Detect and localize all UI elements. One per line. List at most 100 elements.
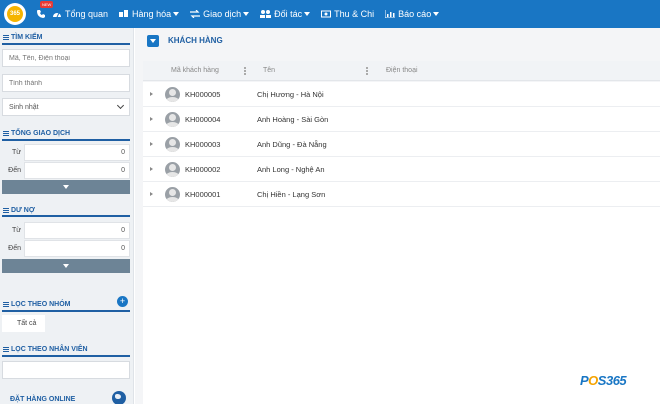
debt-to-row: Đến 0	[2, 240, 130, 257]
filter-icon	[63, 264, 69, 268]
chevron-down-icon	[433, 12, 440, 16]
pos365-logo: POS365	[580, 373, 627, 388]
phone-icon[interactable]: NEW	[34, 1, 54, 21]
customer-name: Chị Hương - Hà Nội	[257, 90, 324, 99]
nav-label: Báo cáo	[398, 9, 432, 19]
customer-name: Anh Dũng - Đà Nẵng	[257, 140, 327, 149]
avatar	[165, 187, 180, 202]
nav-hang-hoa[interactable]: Hàng hóa	[119, 9, 180, 19]
brand-text-o: O	[588, 373, 598, 388]
from-label: Từ	[12, 149, 21, 156]
transactions-filter-button[interactable]	[2, 180, 130, 194]
section-title-text: TÌM KIẾM	[11, 34, 43, 41]
nav-doi-tac[interactable]: Đối tác	[260, 9, 311, 19]
nav-thu-chi[interactable]: Thu & Chi	[321, 9, 374, 19]
table-row[interactable]: KH000001 Chị Hiền - Lạng Sơn	[143, 182, 660, 207]
expand-row-icon[interactable]	[150, 167, 153, 171]
staff-select[interactable]	[2, 361, 130, 379]
customer-code: KH000002	[185, 165, 221, 174]
customer-code: KH000005	[185, 90, 221, 99]
filter-icon	[150, 38, 156, 43]
to-label: Đến	[8, 245, 21, 252]
nav-label: Giao dịch	[203, 9, 242, 19]
app-logo[interactable]: 365	[4, 3, 26, 25]
avatar	[165, 137, 180, 152]
total-transactions-title: TỔNG GIAO DỊCH	[3, 130, 70, 137]
new-badge: NEW	[40, 1, 54, 8]
section-title-text: LỌC THEO NHÂN VIÊN	[11, 346, 88, 353]
chevron-down-icon	[116, 101, 125, 110]
nav-tong-quan[interactable]: Tổng quan	[52, 9, 108, 19]
table-row[interactable]: KH000003 Anh Dũng - Đà Nẵng	[143, 132, 660, 157]
nav-label: Hàng hóa	[132, 9, 172, 19]
customer-name: Anh Long - Nghệ An	[257, 165, 325, 174]
table-row[interactable]: KH000005 Chị Hương - Hà Nội	[143, 82, 660, 107]
section-title-text: DƯ NỢ	[11, 207, 35, 214]
to-label: Đến	[8, 167, 21, 174]
table-row[interactable]: KH000002 Anh Long - Nghệ An	[143, 157, 660, 182]
globe-icon[interactable]	[112, 391, 126, 404]
logo-text: 365	[7, 6, 23, 22]
debt-from-row: Từ 0	[2, 222, 130, 239]
section-divider	[2, 43, 130, 45]
staff-filter-title: LỌC THEO NHÂN VIÊN	[3, 346, 88, 353]
expand-row-icon[interactable]	[150, 117, 153, 121]
group-filter-title: LỌC THEO NHÓM	[3, 301, 71, 308]
transactions-from-input[interactable]: 0	[24, 144, 130, 161]
table-row[interactable]: KH000004 Anh Hoàng - Sài Gòn	[143, 107, 660, 132]
customer-panel: KHÁCH HÀNG Mã khách hàng Tên Điện thoại …	[135, 28, 660, 404]
col-header-phone[interactable]: Điện thoại	[386, 61, 418, 81]
nav-label: Tổng quan	[65, 9, 109, 19]
search-section-title: TÌM KIẾM	[3, 34, 43, 41]
money-icon	[321, 10, 332, 18]
group-all-option[interactable]: Tất cả	[2, 315, 45, 332]
transactions-from-row: Từ 0	[2, 144, 130, 161]
top-navbar: 365 NEW Tổng quan Hàng hóa Giao dịch Đối…	[0, 0, 660, 28]
panel-filter-toggle[interactable]	[147, 34, 159, 47]
list-icon	[3, 208, 9, 213]
debt-filter-button[interactable]	[2, 259, 130, 273]
from-label: Từ	[12, 227, 21, 234]
province-input[interactable]	[2, 74, 130, 92]
debt-from-input[interactable]: 0	[24, 222, 130, 239]
chevron-down-icon	[173, 12, 180, 16]
nav-giao-dich[interactable]: Giao dịch	[190, 9, 250, 19]
add-group-button[interactable]: +	[117, 296, 128, 307]
nav-label: Đối tác	[274, 9, 303, 19]
birthday-select-value: Sinh nhật	[9, 103, 39, 111]
list-icon	[3, 35, 9, 40]
transactions-to-row: Đến 0	[2, 162, 130, 179]
online-orders-label[interactable]: ĐẶT HÀNG ONLINE	[10, 396, 75, 403]
section-title-text: TỔNG GIAO DỊCH	[11, 130, 71, 137]
transactions-to-input[interactable]: 0	[24, 162, 130, 179]
debt-to-input[interactable]: 0	[24, 240, 130, 257]
chevron-down-icon	[243, 12, 250, 16]
section-divider	[2, 215, 130, 217]
col-header-name[interactable]: Tên	[263, 61, 275, 81]
avatar	[165, 87, 180, 102]
list-icon	[3, 302, 9, 307]
section-divider	[2, 355, 130, 357]
expand-row-icon[interactable]	[150, 92, 153, 96]
section-divider	[2, 139, 130, 141]
nav-bao-cao[interactable]: Báo cáo	[385, 9, 440, 19]
column-menu-icon[interactable]	[244, 67, 246, 75]
customer-code: KH000004	[185, 115, 221, 124]
brand-text-prefix: P	[580, 373, 589, 388]
dashboard-icon	[52, 10, 62, 18]
column-menu-icon[interactable]	[366, 67, 368, 75]
col-header-code[interactable]: Mã khách hàng	[171, 61, 219, 81]
chevron-down-icon	[304, 12, 311, 16]
expand-row-icon[interactable]	[150, 192, 153, 196]
panel-header: KHÁCH HÀNG	[135, 28, 660, 53]
customer-name: Chị Hiền - Lạng Sơn	[257, 190, 326, 199]
search-input[interactable]	[2, 49, 130, 67]
brand-text-suffix: S365	[597, 373, 627, 388]
customer-code: KH000003	[185, 140, 221, 149]
debt-section-title: DƯ NỢ	[3, 207, 35, 214]
birthday-select[interactable]: Sinh nhật	[2, 98, 130, 116]
expand-row-icon[interactable]	[150, 142, 153, 146]
exchange-icon	[190, 10, 201, 18]
nav-label: Thu & Chi	[334, 9, 375, 19]
users-icon	[260, 10, 272, 18]
